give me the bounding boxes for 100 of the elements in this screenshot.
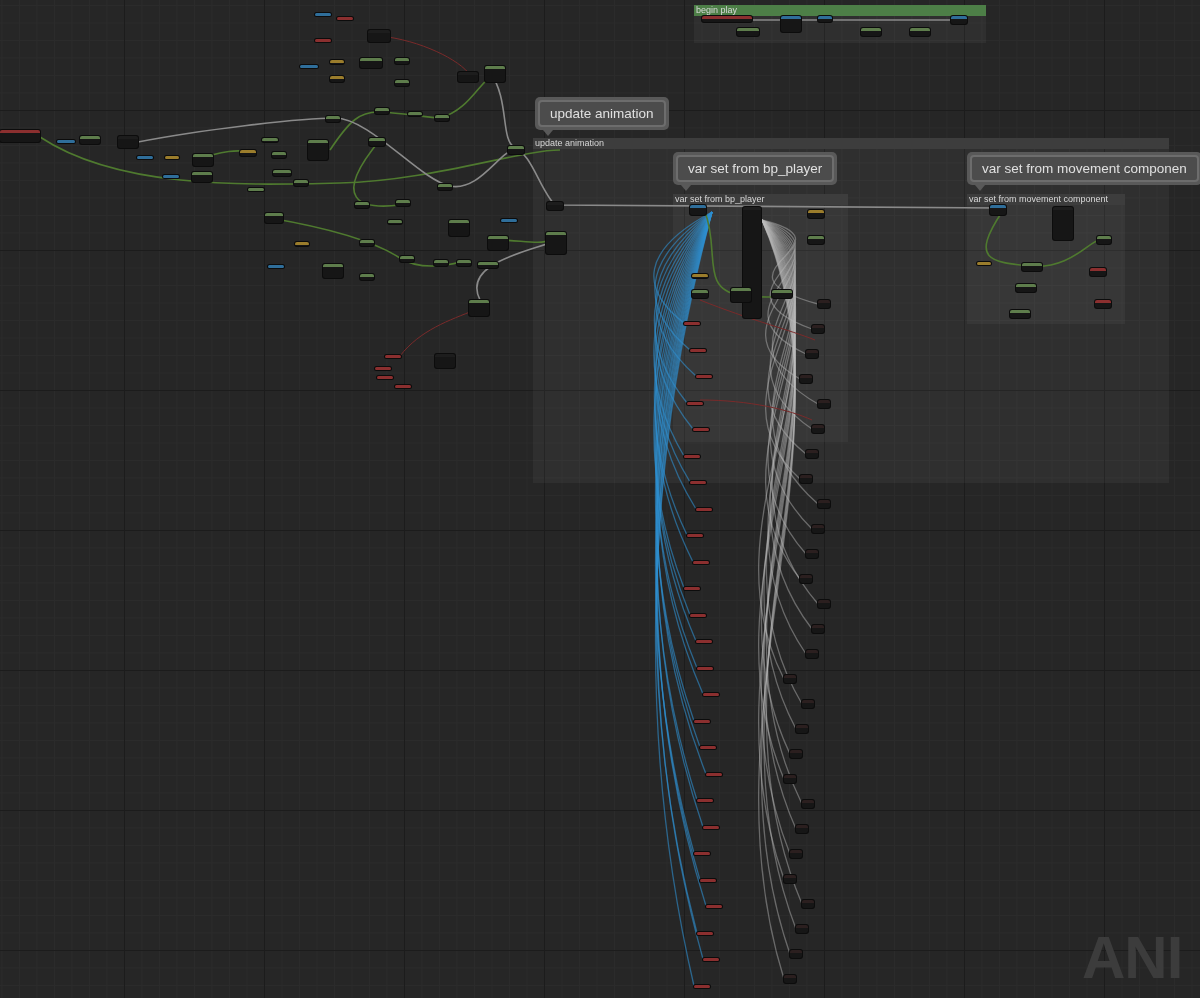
graph-node[interactable]	[118, 136, 138, 148]
graph-node[interactable]	[408, 112, 422, 116]
graph-node[interactable]	[694, 852, 710, 855]
graph-node[interactable]	[1053, 207, 1073, 240]
graph-node[interactable]	[137, 156, 153, 159]
graph-node[interactable]	[435, 115, 449, 121]
graph-node[interactable]	[434, 260, 448, 266]
graph-node[interactable]	[706, 905, 722, 908]
graph-node[interactable]	[485, 66, 505, 82]
graph-node[interactable]	[861, 28, 881, 36]
graph-node[interactable]	[818, 500, 830, 508]
graph-node[interactable]	[300, 65, 318, 68]
graph-node[interactable]	[694, 720, 710, 723]
graph-node[interactable]	[395, 80, 409, 86]
graph-node[interactable]	[360, 274, 374, 280]
graph-node[interactable]	[449, 220, 469, 236]
graph-node[interactable]	[693, 561, 709, 564]
graph-node[interactable]	[294, 180, 308, 186]
graph-node[interactable]	[1097, 236, 1111, 244]
graph-node[interactable]	[360, 58, 382, 68]
graph-node[interactable]	[703, 826, 719, 829]
graph-node[interactable]	[737, 28, 759, 36]
graph-node[interactable]	[0, 130, 40, 142]
graph-node[interactable]	[687, 402, 703, 405]
graph-node[interactable]	[697, 932, 713, 935]
graph-node[interactable]	[469, 300, 489, 316]
graph-node[interactable]	[80, 136, 100, 144]
graph-node[interactable]	[800, 375, 812, 383]
graph-node[interactable]	[693, 428, 709, 431]
graph-node[interactable]	[501, 219, 517, 222]
graph-node[interactable]	[700, 746, 716, 749]
graph-node[interactable]	[192, 172, 212, 182]
comment-box[interactable]: var set from movement component	[967, 194, 1125, 324]
graph-node[interactable]	[697, 799, 713, 802]
graph-node[interactable]	[702, 16, 752, 22]
graph-node[interactable]	[315, 39, 331, 42]
graph-node[interactable]	[377, 376, 393, 379]
graph-node[interactable]	[1090, 268, 1106, 276]
graph-node[interactable]	[457, 260, 471, 266]
graph-node[interactable]	[388, 220, 402, 224]
graph-node[interactable]	[400, 256, 414, 262]
graph-node[interactable]	[248, 188, 264, 191]
graph-node[interactable]	[508, 146, 524, 154]
graph-node[interactable]	[951, 16, 967, 24]
graph-node[interactable]	[684, 322, 700, 325]
graph-node[interactable]	[990, 205, 1006, 215]
graph-node[interactable]	[692, 290, 708, 298]
graph-node[interactable]	[696, 640, 712, 643]
graph-node[interactable]	[806, 350, 818, 358]
graph-node[interactable]	[784, 775, 796, 783]
graph-node[interactable]	[273, 170, 291, 176]
graph-node[interactable]	[458, 72, 478, 82]
graph-node[interactable]	[330, 60, 344, 64]
graph-node[interactable]	[806, 450, 818, 458]
graph-node[interactable]	[700, 879, 716, 882]
graph-node[interactable]	[547, 202, 563, 210]
graph-node[interactable]	[796, 825, 808, 833]
graph-node[interactable]	[690, 205, 706, 215]
graph-node[interactable]	[818, 16, 832, 22]
graph-node[interactable]	[796, 925, 808, 933]
graph-node[interactable]	[818, 300, 830, 308]
graph-node[interactable]	[802, 700, 814, 708]
graph-node[interactable]	[731, 288, 751, 302]
graph-node[interactable]	[808, 210, 824, 218]
graph-node[interactable]	[315, 13, 331, 16]
graph-node[interactable]	[546, 232, 566, 254]
graph-node[interactable]	[295, 242, 309, 246]
graph-node[interactable]	[57, 140, 75, 143]
graph-node[interactable]	[802, 900, 814, 908]
graph-node[interactable]	[690, 614, 706, 617]
graph-node[interactable]	[1095, 300, 1111, 308]
graph-node[interactable]	[684, 587, 700, 590]
graph-node[interactable]	[818, 400, 830, 408]
graph-node[interactable]	[375, 108, 389, 114]
graph-node[interactable]	[690, 481, 706, 484]
graph-node[interactable]	[696, 508, 712, 511]
comment-header[interactable]: begin play	[694, 5, 986, 16]
graph-node[interactable]	[806, 550, 818, 558]
graph-node[interactable]	[772, 290, 792, 298]
graph-node[interactable]	[369, 138, 385, 146]
graph-node[interactable]	[703, 958, 719, 961]
graph-node[interactable]	[812, 325, 824, 333]
graph-node[interactable]	[323, 264, 343, 278]
graph-node[interactable]	[812, 625, 824, 633]
graph-node[interactable]	[696, 375, 712, 378]
graph-node[interactable]	[396, 200, 410, 206]
graph-node[interactable]	[1016, 284, 1036, 292]
graph-node[interactable]	[684, 455, 700, 458]
graph-node[interactable]	[812, 425, 824, 433]
graph-node[interactable]	[268, 265, 284, 268]
graph-node[interactable]	[790, 750, 802, 758]
graph-node[interactable]	[800, 575, 812, 583]
graph-node[interactable]	[355, 202, 369, 208]
graph-node[interactable]	[375, 367, 391, 370]
graph-node[interactable]	[163, 175, 179, 178]
graph-node[interactable]	[790, 950, 802, 958]
graph-node[interactable]	[802, 800, 814, 808]
graph-node[interactable]	[385, 355, 401, 358]
graph-node[interactable]	[193, 154, 213, 166]
graph-node[interactable]	[326, 116, 340, 122]
